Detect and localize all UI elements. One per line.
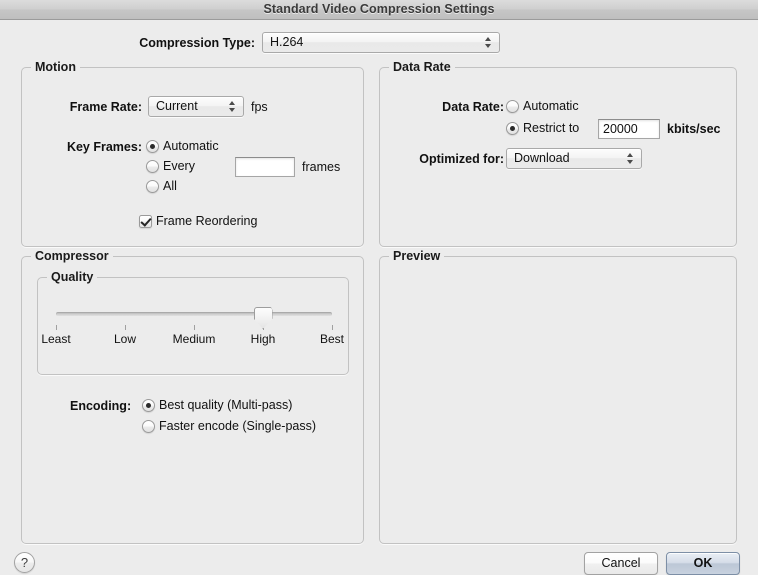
chevron-updown-icon (625, 149, 636, 168)
encoding-label: Encoding: (70, 399, 132, 413)
compression-type-value: H.264 (270, 35, 304, 49)
motion-group: Motion Frame Rate: Current fps Key Frame… (21, 60, 364, 247)
radio-indicator (142, 420, 155, 433)
window-title: Standard Video Compression Settings (263, 2, 495, 16)
optimized-for-value: Download (514, 151, 570, 165)
quality-group-title: Quality (47, 270, 98, 284)
frame-rate-value: Current (156, 99, 198, 113)
quality-tick-best: Best (319, 332, 345, 346)
data-rate-restrict-unit: kbits/sec (667, 122, 721, 136)
key-frames-every-input[interactable] (235, 157, 295, 177)
quality-group: Quality Least Low Medium High Best (37, 270, 349, 375)
radio-indicator (146, 140, 159, 153)
dialog-content: Compression Type: H.264 Motion Frame Rat… (0, 21, 758, 575)
quality-tick-low: Low (113, 332, 137, 346)
data-rate-restrict-label: Restrict to (523, 121, 580, 135)
frame-rate-select[interactable]: Current (148, 96, 244, 117)
compressor-group: Compressor Quality Least Low Medium High… (21, 249, 364, 544)
radio-indicator (506, 100, 519, 113)
cancel-button[interactable]: Cancel (584, 552, 658, 575)
radio-indicator (142, 399, 155, 412)
optimized-for-label: Optimized for: (419, 152, 504, 166)
radio-indicator (146, 160, 159, 173)
optimized-for-select[interactable]: Download (506, 148, 642, 169)
quality-tick-high: High (250, 332, 276, 346)
encoding-faster-label: Faster encode (Single-pass) (159, 419, 317, 433)
quality-slider-thumb[interactable] (253, 307, 273, 329)
key-frames-automatic-label: Automatic (163, 139, 219, 153)
key-frames-every-unit: frames (302, 160, 341, 174)
data-rate-group-title: Data Rate (389, 60, 455, 74)
quality-slider[interactable]: Least Low Medium High Best (41, 306, 344, 346)
key-frames-every-label: Every (163, 159, 195, 173)
compression-type-label: Compression Type: (139, 36, 255, 50)
data-rate-group: Data Rate Data Rate: Automatic Restrict … (379, 60, 737, 247)
data-rate-restrict-input[interactable] (598, 119, 660, 139)
radio-indicator (506, 122, 519, 135)
help-button[interactable]: ? (14, 552, 35, 573)
ok-button[interactable]: OK (666, 552, 740, 575)
frame-rate-unit: fps (251, 100, 268, 114)
encoding-best-quality-label: Best quality (Multi-pass) (159, 398, 293, 412)
radio-indicator (146, 180, 159, 193)
data-rate-label: Data Rate: (442, 100, 504, 114)
compression-type-select[interactable]: H.264 (262, 32, 500, 53)
compression-type-row: Compression Type: H.264 (0, 32, 758, 56)
key-frames-all-label: All (163, 179, 177, 193)
data-rate-automatic-label: Automatic (523, 99, 579, 113)
frame-reordering-label: Frame Reordering (156, 214, 258, 228)
quality-tick-least: Least (41, 332, 71, 346)
chevron-updown-icon (227, 97, 238, 116)
key-frames-label: Key Frames: (66, 140, 142, 154)
frame-rate-label: Frame Rate: (69, 100, 142, 114)
motion-group-title: Motion (31, 60, 80, 74)
quality-slider-track[interactable] (56, 312, 332, 316)
chevron-updown-icon (483, 33, 494, 52)
checkbox-indicator (139, 215, 152, 228)
titlebar: Standard Video Compression Settings (0, 0, 758, 20)
preview-group: Preview (379, 249, 737, 544)
quality-tick-medium: Medium (172, 332, 216, 346)
preview-group-title: Preview (389, 249, 445, 263)
compressor-group-title: Compressor (31, 249, 113, 263)
dialog-window: Standard Video Compression Settings Comp… (0, 0, 758, 575)
